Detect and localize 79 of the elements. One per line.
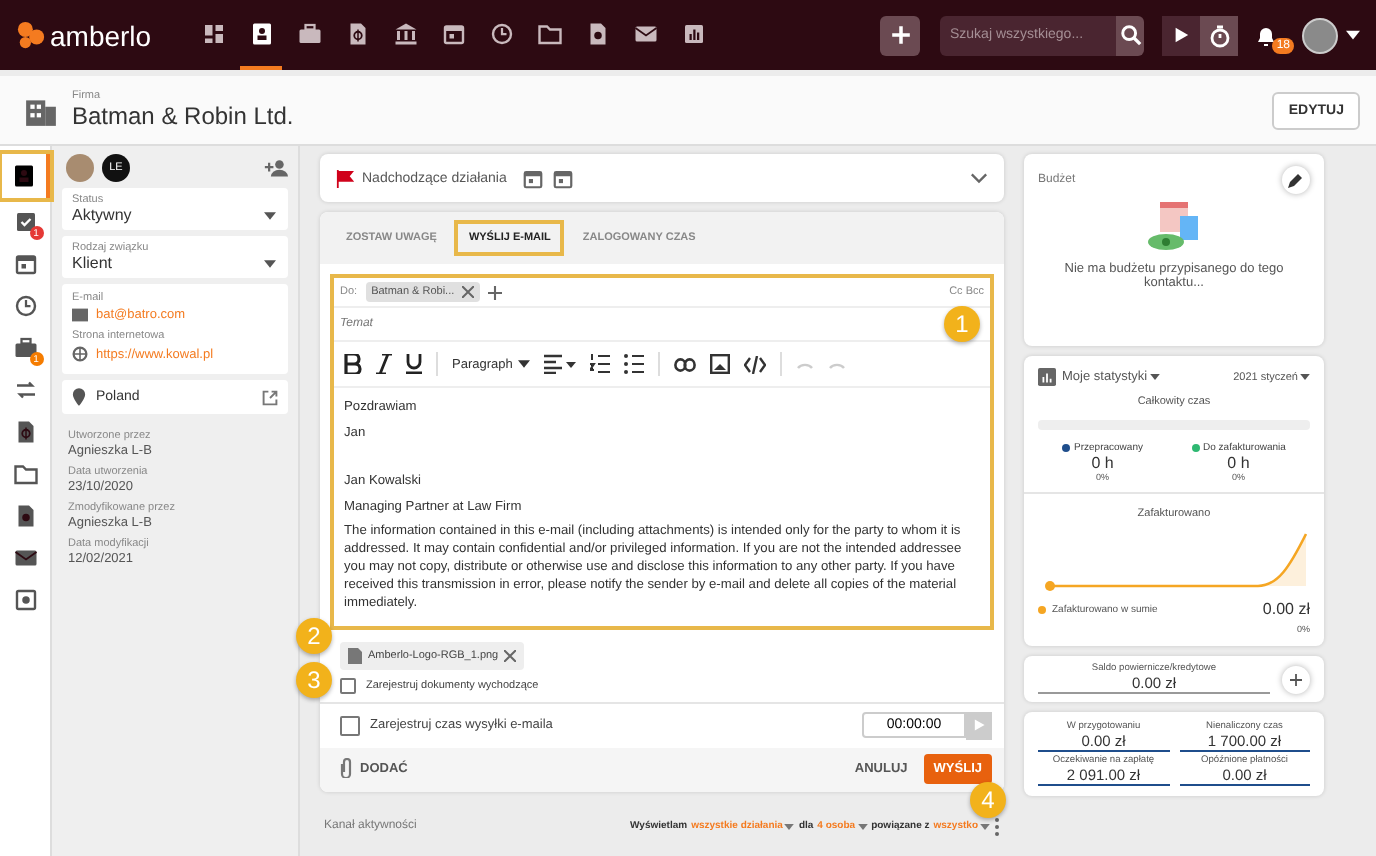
align-icon[interactable] (544, 354, 577, 374)
checkbox[interactable] (340, 677, 356, 693)
calendar-icon (441, 21, 465, 45)
caret-icon (264, 260, 276, 268)
legend-value: 0 h (1091, 454, 1114, 472)
caret-icon (857, 823, 868, 829)
code-icon[interactable] (744, 355, 767, 373)
task-icon (13, 210, 37, 234)
pin-icon (72, 388, 86, 406)
contact-card-icon (11, 164, 35, 188)
plus-icon[interactable] (488, 285, 503, 299)
bell-icon (1254, 23, 1278, 47)
start-timer-button[interactable] (966, 711, 992, 739)
calendar-icon (552, 167, 575, 189)
logo-text: amberlo (50, 19, 152, 51)
envelope-icon (633, 21, 657, 45)
play-button[interactable] (1162, 15, 1200, 55)
stopwatch-icon (1207, 23, 1231, 47)
edit-budget-button[interactable] (1282, 166, 1310, 194)
caret-icon (784, 823, 795, 829)
chart-icon (1038, 368, 1056, 386)
avatar-photo (66, 154, 94, 182)
link-icon[interactable] (674, 357, 697, 371)
budget-illustration-drawing (1144, 202, 1204, 254)
globe-icon (72, 346, 88, 362)
rail-button[interactable] (1, 154, 49, 198)
caret-icon (264, 212, 276, 220)
document-icon (13, 504, 37, 528)
play-icon (972, 718, 986, 732)
bank-icon (393, 21, 417, 45)
add-button[interactable] (880, 15, 920, 55)
add-balance-button[interactable] (1282, 665, 1310, 693)
paperclip-icon (340, 758, 352, 778)
italic-icon[interactable] (376, 354, 392, 374)
flag-icon (336, 169, 354, 187)
caret-icon (1149, 374, 1160, 380)
add-person-icon[interactable] (264, 158, 288, 178)
envelope-icon (72, 308, 88, 322)
step-number-badge: 4 (970, 782, 1006, 818)
more-icon[interactable] (994, 817, 1000, 835)
plus-icon (1290, 673, 1302, 685)
close-icon[interactable] (504, 649, 517, 661)
play-icon (1172, 26, 1190, 44)
caret-icon (518, 360, 531, 368)
invoice-icon (13, 420, 37, 444)
timer-button[interactable] (1200, 15, 1238, 55)
legend-value: 0.00 zł (1262, 600, 1310, 618)
checkbox[interactable] (340, 715, 360, 735)
numbered-list-icon[interactable] (590, 354, 611, 374)
company-name: Batman & Robin Ltd. (72, 102, 294, 130)
contact-card-icon (249, 21, 273, 45)
exchange-icon (13, 378, 37, 402)
close-icon[interactable] (462, 286, 475, 298)
search-icon (1119, 24, 1141, 46)
calendar-icon (13, 252, 37, 276)
briefcase-icon (297, 21, 321, 45)
caret-icon (1346, 30, 1360, 40)
envelope-icon (13, 546, 37, 570)
logo-icon (16, 20, 46, 50)
image-icon[interactable] (710, 354, 731, 374)
folder-icon (13, 462, 37, 486)
underline-icon[interactable] (406, 354, 422, 374)
chart-icon (681, 21, 705, 45)
legend-value: 0 h (1227, 454, 1250, 472)
file-icon (348, 647, 362, 663)
external-link-icon[interactable] (262, 389, 278, 405)
bold-icon[interactable] (344, 354, 362, 374)
user-avatar[interactable] (1302, 17, 1338, 53)
calendar-icon (522, 167, 545, 189)
briefcase-icon (13, 336, 37, 360)
caret-icon (1300, 374, 1310, 380)
plus-icon (889, 24, 911, 46)
settings-icon (13, 588, 37, 612)
caret-icon (980, 823, 990, 829)
bullet-list-icon[interactable] (624, 354, 645, 374)
folder-icon (537, 21, 561, 45)
chevron-icon (970, 172, 988, 184)
pencil-icon (1288, 172, 1304, 188)
dashboard-icon (201, 21, 225, 45)
